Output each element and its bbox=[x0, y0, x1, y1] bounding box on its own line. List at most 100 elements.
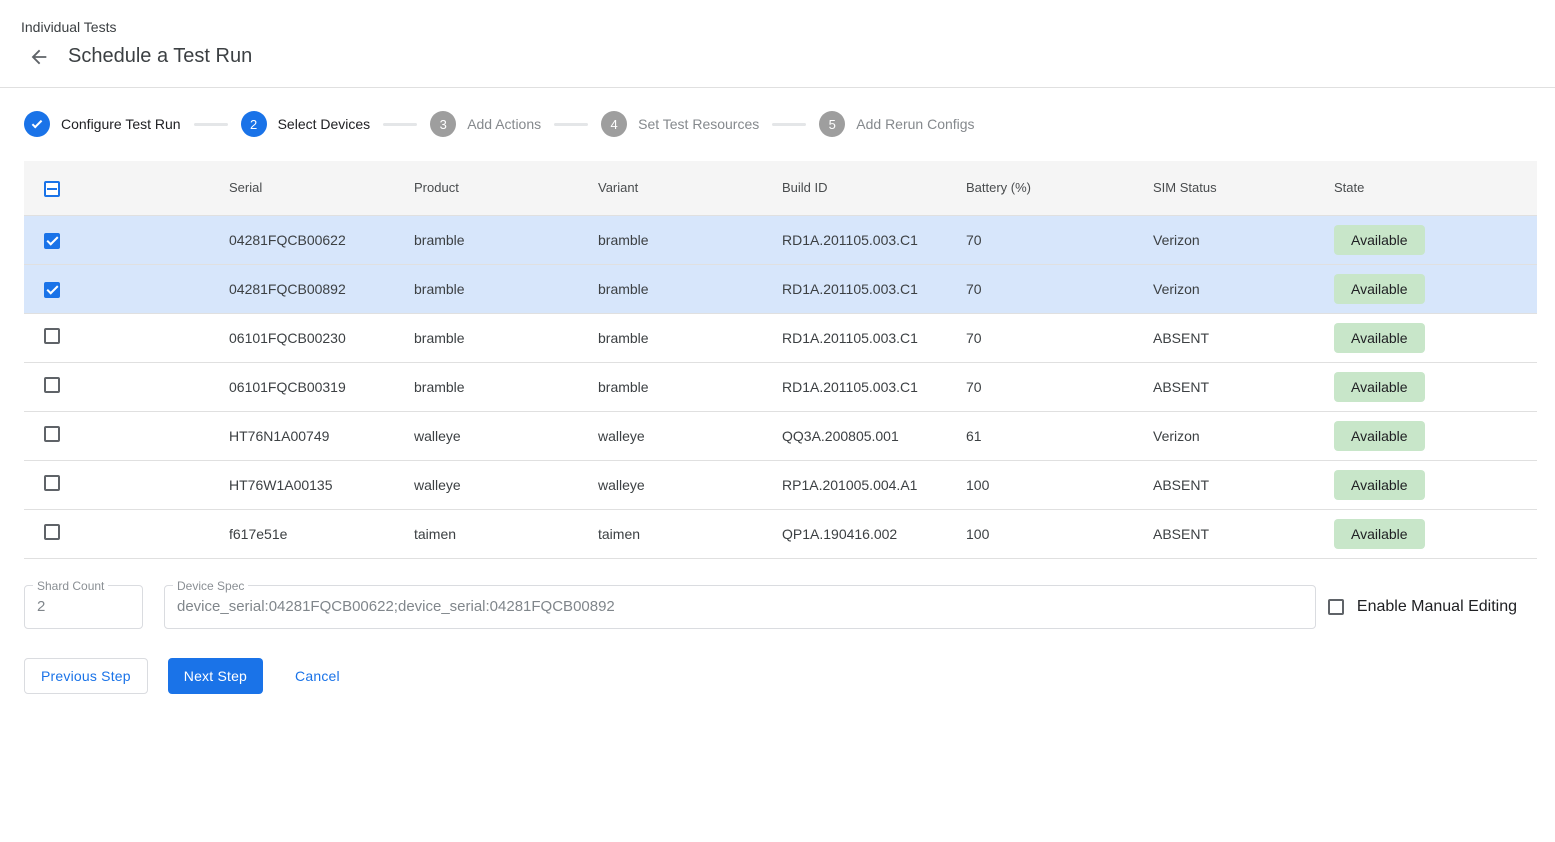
row-checkbox[interactable] bbox=[44, 377, 60, 393]
cell-product: walleye bbox=[414, 460, 598, 509]
cell-sim-status: ABSENT bbox=[1153, 362, 1334, 411]
cell-sim-status: ABSENT bbox=[1153, 460, 1334, 509]
state-badge: Available bbox=[1334, 470, 1425, 500]
page-title: Schedule a Test Run bbox=[68, 45, 252, 68]
device-row[interactable]: 06101FQCB00319 bramble bramble RD1A.2011… bbox=[24, 362, 1537, 411]
cell-variant: bramble bbox=[598, 215, 782, 264]
cell-battery: 61 bbox=[966, 411, 1153, 460]
breadcrumb: Individual Tests bbox=[21, 19, 1531, 35]
stepper: 1 Configure Test Run 2 Select Devices 3 … bbox=[0, 88, 1555, 161]
cell-build-id: QQ3A.200805.001 bbox=[782, 411, 966, 460]
cancel-button[interactable]: Cancel bbox=[279, 658, 356, 694]
state-badge: Available bbox=[1334, 421, 1425, 451]
row-checkbox[interactable] bbox=[44, 233, 60, 249]
step-connector bbox=[772, 123, 806, 126]
action-bar: Previous Step Next Step Cancel bbox=[24, 658, 1531, 694]
column-header-product: Product bbox=[414, 161, 598, 215]
cell-build-id: RD1A.201105.003.C1 bbox=[782, 215, 966, 264]
select-all-checkbox[interactable] bbox=[44, 181, 60, 197]
cell-build-id: RD1A.201105.003.C1 bbox=[782, 313, 966, 362]
state-badge: Available bbox=[1334, 519, 1425, 549]
back-arrow-icon[interactable] bbox=[28, 46, 50, 68]
column-header-state: State bbox=[1334, 161, 1537, 215]
stepper-step-configure-test-run[interactable]: 1 Configure Test Run bbox=[24, 111, 181, 137]
device-row[interactable]: 04281FQCB00622 bramble bramble RD1A.2011… bbox=[24, 215, 1537, 264]
cell-build-id: RD1A.201105.003.C1 bbox=[782, 264, 966, 313]
cell-sim-status: Verizon bbox=[1153, 411, 1334, 460]
state-badge: Available bbox=[1334, 274, 1425, 304]
cell-build-id: RP1A.201005.004.A1 bbox=[782, 460, 966, 509]
cell-serial: 06101FQCB00230 bbox=[229, 313, 414, 362]
stepper-step-add-actions[interactable]: 3 Add Actions bbox=[430, 111, 541, 137]
cell-sim-status: ABSENT bbox=[1153, 313, 1334, 362]
cell-battery: 70 bbox=[966, 215, 1153, 264]
state-badge: Available bbox=[1334, 323, 1425, 353]
cell-battery: 70 bbox=[966, 362, 1153, 411]
step-connector bbox=[554, 123, 588, 126]
device-spec-field[interactable]: Device Spec device_serial:04281FQCB00622… bbox=[164, 585, 1316, 629]
device-spec-label: Device Spec bbox=[173, 579, 248, 593]
device-row[interactable]: HT76W1A00135 walleye walleye RP1A.201005… bbox=[24, 460, 1537, 509]
cell-variant: bramble bbox=[598, 313, 782, 362]
stepper-step-select-devices[interactable]: 2 Select Devices bbox=[241, 111, 371, 137]
cell-variant: bramble bbox=[598, 362, 782, 411]
cell-product: bramble bbox=[414, 313, 598, 362]
cell-product: taimen bbox=[414, 509, 598, 558]
manual-editing-label: Enable Manual Editing bbox=[1357, 598, 1517, 616]
page-header: Individual Tests Schedule a Test Run bbox=[0, 0, 1555, 68]
cell-variant: bramble bbox=[598, 264, 782, 313]
device-row[interactable]: f617e51e taimen taimen QP1A.190416.002 1… bbox=[24, 509, 1537, 558]
step-3-circle: 3 bbox=[430, 111, 456, 137]
row-checkbox[interactable] bbox=[44, 524, 60, 540]
cell-serial: HT76N1A00749 bbox=[229, 411, 414, 460]
cell-product: bramble bbox=[414, 264, 598, 313]
cell-variant: walleye bbox=[598, 411, 782, 460]
cell-build-id: RD1A.201105.003.C1 bbox=[782, 362, 966, 411]
row-checkbox[interactable] bbox=[44, 426, 60, 442]
table-header-row: Serial Product Variant Build ID Battery … bbox=[24, 161, 1537, 215]
step-connector bbox=[383, 123, 417, 126]
step-2-circle: 2 bbox=[241, 111, 267, 137]
cell-battery: 100 bbox=[966, 460, 1153, 509]
cell-serial: 04281FQCB00622 bbox=[229, 215, 414, 264]
column-header-variant: Variant bbox=[598, 161, 782, 215]
enable-manual-editing[interactable]: Enable Manual Editing bbox=[1328, 598, 1517, 616]
cell-product: walleye bbox=[414, 411, 598, 460]
cell-sim-status: ABSENT bbox=[1153, 509, 1334, 558]
row-checkbox[interactable] bbox=[44, 328, 60, 344]
device-spec-value: device_serial:04281FQCB00622;device_seri… bbox=[165, 586, 1315, 628]
column-header-build-id: Build ID bbox=[782, 161, 966, 215]
column-header-sim-status: SIM Status bbox=[1153, 161, 1334, 215]
row-checkbox[interactable] bbox=[44, 282, 60, 298]
device-row[interactable]: 06101FQCB00230 bramble bramble RD1A.2011… bbox=[24, 313, 1537, 362]
cell-serial: HT76W1A00135 bbox=[229, 460, 414, 509]
manual-editing-checkbox[interactable] bbox=[1328, 599, 1344, 615]
step-connector bbox=[194, 123, 228, 126]
shard-count-field[interactable]: Shard Count 2 bbox=[24, 585, 143, 629]
cell-product: bramble bbox=[414, 215, 598, 264]
stepper-step-set-test-resources[interactable]: 4 Set Test Resources bbox=[601, 111, 759, 137]
column-header-serial: Serial bbox=[229, 161, 414, 215]
cell-serial: 04281FQCB00892 bbox=[229, 264, 414, 313]
stepper-step-add-rerun-configs[interactable]: 5 Add Rerun Configs bbox=[819, 111, 974, 137]
cell-battery: 100 bbox=[966, 509, 1153, 558]
cell-sim-status: Verizon bbox=[1153, 264, 1334, 313]
step-5-circle: 5 bbox=[819, 111, 845, 137]
cell-build-id: QP1A.190416.002 bbox=[782, 509, 966, 558]
cell-battery: 70 bbox=[966, 313, 1153, 362]
check-icon bbox=[32, 117, 43, 128]
device-row[interactable]: HT76N1A00749 walleye walleye QQ3A.200805… bbox=[24, 411, 1537, 460]
cell-battery: 70 bbox=[966, 264, 1153, 313]
state-badge: Available bbox=[1334, 225, 1425, 255]
device-row[interactable]: 04281FQCB00892 bramble bramble RD1A.2011… bbox=[24, 264, 1537, 313]
row-checkbox[interactable] bbox=[44, 475, 60, 491]
previous-step-button[interactable]: Previous Step bbox=[24, 658, 148, 694]
cell-variant: taimen bbox=[598, 509, 782, 558]
cell-sim-status: Verizon bbox=[1153, 215, 1334, 264]
step-1-circle: 1 bbox=[24, 111, 50, 137]
next-step-button[interactable]: Next Step bbox=[168, 658, 263, 694]
cell-product: bramble bbox=[414, 362, 598, 411]
cell-serial: f617e51e bbox=[229, 509, 414, 558]
cell-variant: walleye bbox=[598, 460, 782, 509]
cell-serial: 06101FQCB00319 bbox=[229, 362, 414, 411]
